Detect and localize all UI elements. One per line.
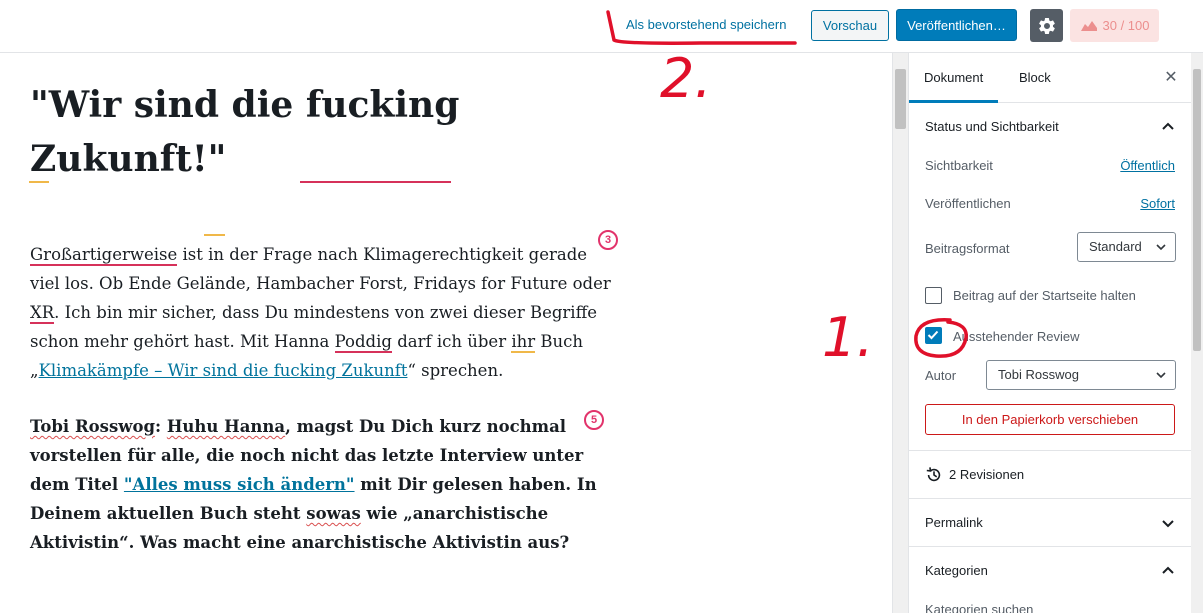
title-hint-underline-2 <box>204 234 225 236</box>
post-format-label: Beitragsformat <box>925 241 1010 256</box>
seo-score-icon <box>1080 20 1097 31</box>
tab-block[interactable]: Block <box>1004 53 1066 103</box>
preview-button[interactable]: Vorschau <box>811 10 889 41</box>
revisions-row[interactable]: 2 Revisionen <box>909 451 1191 499</box>
paragraph-text: darf ich über <box>391 332 512 351</box>
pending-review-checkbox[interactable] <box>925 327 942 344</box>
seo-score-value: 30 / 100 <box>1102 18 1150 33</box>
editor-scrollbar[interactable] <box>892 53 908 613</box>
settings-sidebar: Dokument Block ✕ Status und Sichtbarkeit… <box>908 53 1191 613</box>
author-value: Tobi Rosswog <box>998 367 1079 382</box>
tab-document[interactable]: Dokument <box>909 53 999 103</box>
panel-categories-title: Kategorien <box>925 563 988 578</box>
save-as-pending-button[interactable]: Als bevorstehend speichern <box>617 9 795 41</box>
spell-word: Tobi Rosswog <box>30 417 155 436</box>
spell-word: Huhu Hanna <box>166 417 286 436</box>
sticky-checkbox[interactable] <box>925 287 942 304</box>
spell-word: sowas <box>306 504 361 523</box>
checkmark-icon <box>927 330 939 340</box>
panel-status-visibility[interactable]: Status und Sichtbarkeit <box>909 103 1191 151</box>
panel-status-title: Status und Sichtbarkeit <box>925 119 1059 134</box>
gear-icon <box>1038 17 1055 34</box>
panel-permalink[interactable]: Permalink <box>909 499 1191 547</box>
pending-review-label: Ausstehender Review <box>953 329 1080 344</box>
paragraph-text: “ sprechen. <box>407 361 504 380</box>
paragraph-intro[interactable]: Großartigerweise ist in der Frage nach K… <box>30 240 620 385</box>
close-icon[interactable]: ✕ <box>1161 68 1181 88</box>
author-label: Autor <box>925 368 957 383</box>
title-spell-underline <box>300 181 451 183</box>
sidebar-scrollbar[interactable] <box>1191 53 1203 613</box>
publish-button[interactable]: Veröffentlichen… <box>896 9 1017 41</box>
panel-permalink-title: Permalink <box>925 515 983 530</box>
spell-word: Großartigerweise <box>30 245 178 266</box>
chevron-down-icon <box>1162 520 1174 528</box>
title-hint-underline <box>29 181 49 183</box>
move-to-trash-button[interactable]: In den Papierkorb verschieben <box>925 404 1175 435</box>
interview-link[interactable]: "Alles muss sich ändern" <box>124 475 355 494</box>
sidebar-tabs: Dokument Block ✕ <box>909 53 1191 103</box>
post-format-value: Standard <box>1089 239 1142 254</box>
chevron-down-icon <box>1156 244 1166 251</box>
spell-word: Poddig <box>334 332 392 353</box>
author-select[interactable]: Tobi Rosswog <box>986 360 1176 390</box>
publish-date-link[interactable]: Sofort <box>1140 196 1175 211</box>
sticky-label: Beitrag auf der Startseite halten <box>953 288 1136 303</box>
chevron-up-icon <box>1162 122 1174 130</box>
chevron-down-icon <box>1156 372 1166 379</box>
visibility-link[interactable]: Öffentlich <box>1120 158 1175 173</box>
categories-search-label: Kategorien suchen <box>925 602 1034 613</box>
seo-score-button[interactable]: 30 / 100 <box>1070 9 1159 42</box>
paragraph-question[interactable]: Tobi Rosswog: Huhu Hanna, magst Du Dich … <box>30 412 620 557</box>
editor-scrollbar-thumb[interactable] <box>895 69 906 129</box>
spell-word: XR <box>30 303 55 324</box>
publish-date-label: Veröffentlichen <box>925 196 1011 211</box>
sidebar-scrollbar-thumb[interactable] <box>1193 69 1201 351</box>
post-title-text: "Wir sind die fucking Zukunft!" <box>30 84 460 180</box>
post-title[interactable]: "Wir sind die fucking Zukunft!" <box>30 78 630 186</box>
chevron-up-icon <box>1162 566 1174 574</box>
history-icon <box>926 467 941 482</box>
post-format-select[interactable]: Standard <box>1077 232 1176 262</box>
grammar-word: ihr <box>511 332 536 353</box>
revisions-label: 2 Revisionen <box>949 467 1025 482</box>
panel-categories[interactable]: Kategorien <box>909 547 1191 595</box>
settings-button[interactable] <box>1030 9 1063 42</box>
visibility-label: Sichtbarkeit <box>925 158 993 173</box>
editor-header: Als bevorstehend speichern Vorschau Verö… <box>0 0 1203 53</box>
book-link[interactable]: Klimakämpfe – Wir sind die fucking Zukun… <box>39 361 408 380</box>
paragraph-text: : <box>154 417 167 436</box>
